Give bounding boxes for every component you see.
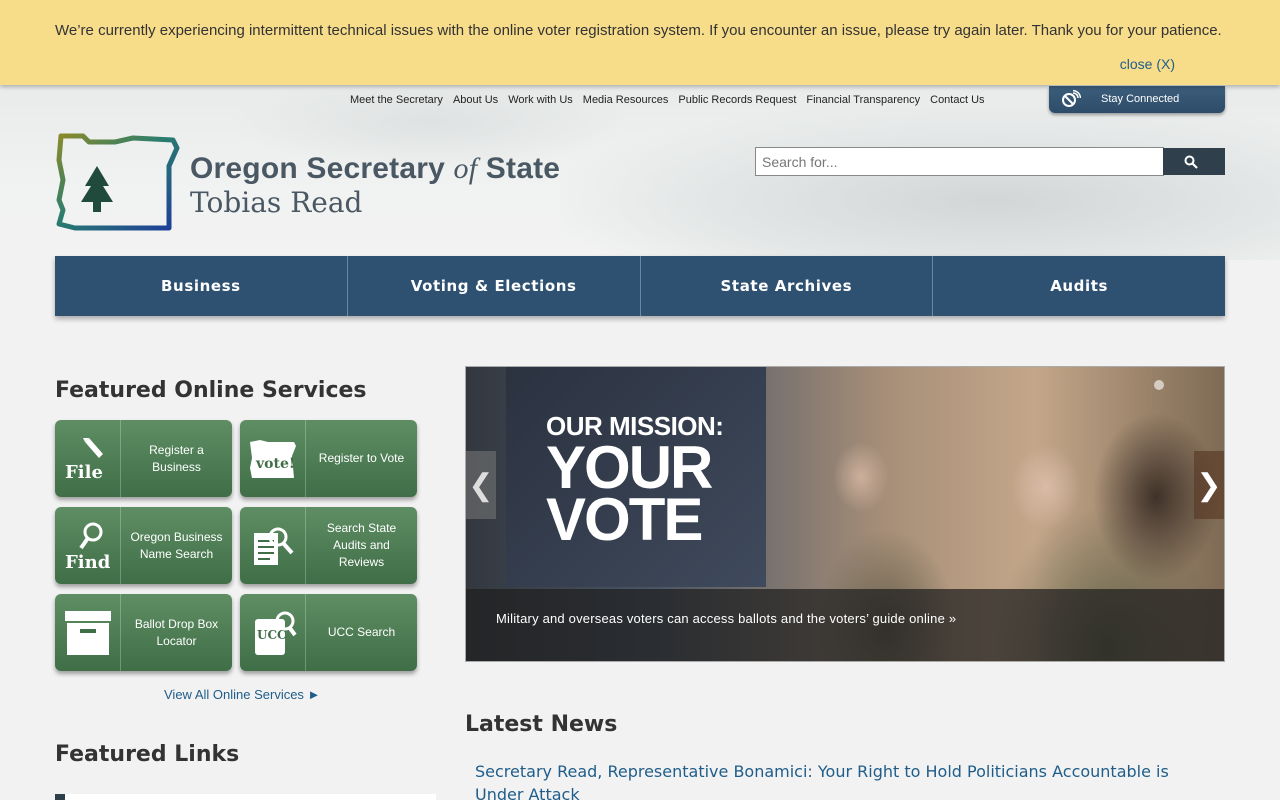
service-label: Oregon Business Name Search xyxy=(130,529,223,561)
util-link-about-us[interactable]: About Us xyxy=(453,94,498,106)
service-label: Register a Business xyxy=(149,442,204,474)
alert-banner: We’re currently experiencing intermitten… xyxy=(0,0,1280,85)
search-input[interactable] xyxy=(755,147,1164,176)
alert-message: We’re currently experiencing intermitten… xyxy=(55,22,1222,39)
main-nav: Business Voting & Elections State Archiv… xyxy=(55,256,1225,316)
document-search-icon xyxy=(240,507,306,584)
site-subtitle: Tobias Read xyxy=(190,186,363,219)
oregon-state-logo-icon[interactable] xyxy=(55,130,180,237)
svg-text:UCC: UCC xyxy=(257,628,287,642)
service-label: UCC Search xyxy=(327,625,396,639)
nav-voting-elections[interactable]: Voting & Elections xyxy=(348,256,641,316)
service-ballot-drop-box[interactable]: Ballot Drop Box Locator xyxy=(55,594,232,671)
hero-carousel[interactable]: OUR MISSION: YOUR VOTE ❮ ❯ Military and … xyxy=(465,366,1225,662)
news-item-link[interactable]: Secretary Read, Representative Bonamici:… xyxy=(475,760,1215,800)
util-link-work-with-us[interactable]: Work with Us xyxy=(508,94,573,106)
search-icon xyxy=(1184,155,1198,169)
ucc-search-icon: UCC xyxy=(240,594,306,671)
carousel-caption-link[interactable]: Military and overseas voters can access … xyxy=(496,611,956,626)
svg-text:vote!: vote! xyxy=(255,456,295,472)
stay-connected-label: Stay Connected xyxy=(1101,93,1180,105)
service-label: Register to Vote xyxy=(318,451,405,465)
drop-box-icon xyxy=(55,594,121,671)
util-link-contact-us[interactable]: Contact Us xyxy=(930,94,984,106)
featured-links-box xyxy=(55,794,436,800)
file-pen-icon: File xyxy=(55,420,121,497)
satellite-dish-icon xyxy=(1061,89,1082,111)
service-business-name-search[interactable]: Find Oregon Business Name Search xyxy=(55,507,232,584)
nav-business[interactable]: Business xyxy=(55,256,348,316)
search-button[interactable] xyxy=(1163,148,1225,175)
nav-audits[interactable]: Audits xyxy=(933,256,1225,316)
svg-text:File: File xyxy=(65,462,103,483)
carousel-prev-button[interactable]: ❮ xyxy=(466,451,496,519)
stay-connected-button[interactable]: Stay Connected xyxy=(1049,86,1225,113)
view-all-services-link[interactable]: View All Online Services ► xyxy=(164,687,320,702)
util-link-meet-secretary[interactable]: Meet the Secretary xyxy=(350,94,443,106)
featured-services-heading: Featured Online Services xyxy=(55,378,367,403)
nav-state-archives[interactable]: State Archives xyxy=(641,256,934,316)
util-link-public-records[interactable]: Public Records Request xyxy=(678,94,796,106)
alert-close-link[interactable]: close (X) xyxy=(1120,56,1175,72)
service-label: Ballot Drop Box Locator xyxy=(134,616,219,648)
utility-nav: Meet the Secretary About Us Work with Us… xyxy=(350,94,985,106)
find-magnifier-icon: Find xyxy=(55,507,121,584)
service-register-vote[interactable]: vote! Register to Vote xyxy=(240,420,417,497)
mission-graphic: OUR MISSION: YOUR VOTE xyxy=(546,411,724,553)
carousel-caption-bar: Military and overseas voters can access … xyxy=(466,589,1224,661)
oregon-vote-icon: vote! xyxy=(240,420,306,497)
service-label: Search State Audits and Reviews xyxy=(326,521,397,569)
util-link-financial-transparency[interactable]: Financial Transparency xyxy=(806,94,920,106)
util-link-media-resources[interactable]: Media Resources xyxy=(583,94,669,106)
carousel-next-button[interactable]: ❯ xyxy=(1194,451,1224,519)
service-register-business[interactable]: File Register a Business xyxy=(55,420,232,497)
featured-links-heading: Featured Links xyxy=(55,742,240,767)
service-ucc-search[interactable]: UCC UCC Search xyxy=(240,594,417,671)
latest-news-heading: Latest News xyxy=(465,712,618,737)
site-title[interactable]: Oregon Secretary of State xyxy=(190,152,560,186)
svg-text:Find: Find xyxy=(65,552,111,572)
carousel-indicator-dot[interactable] xyxy=(1154,380,1164,390)
service-search-audits[interactable]: Search State Audits and Reviews xyxy=(240,507,417,584)
